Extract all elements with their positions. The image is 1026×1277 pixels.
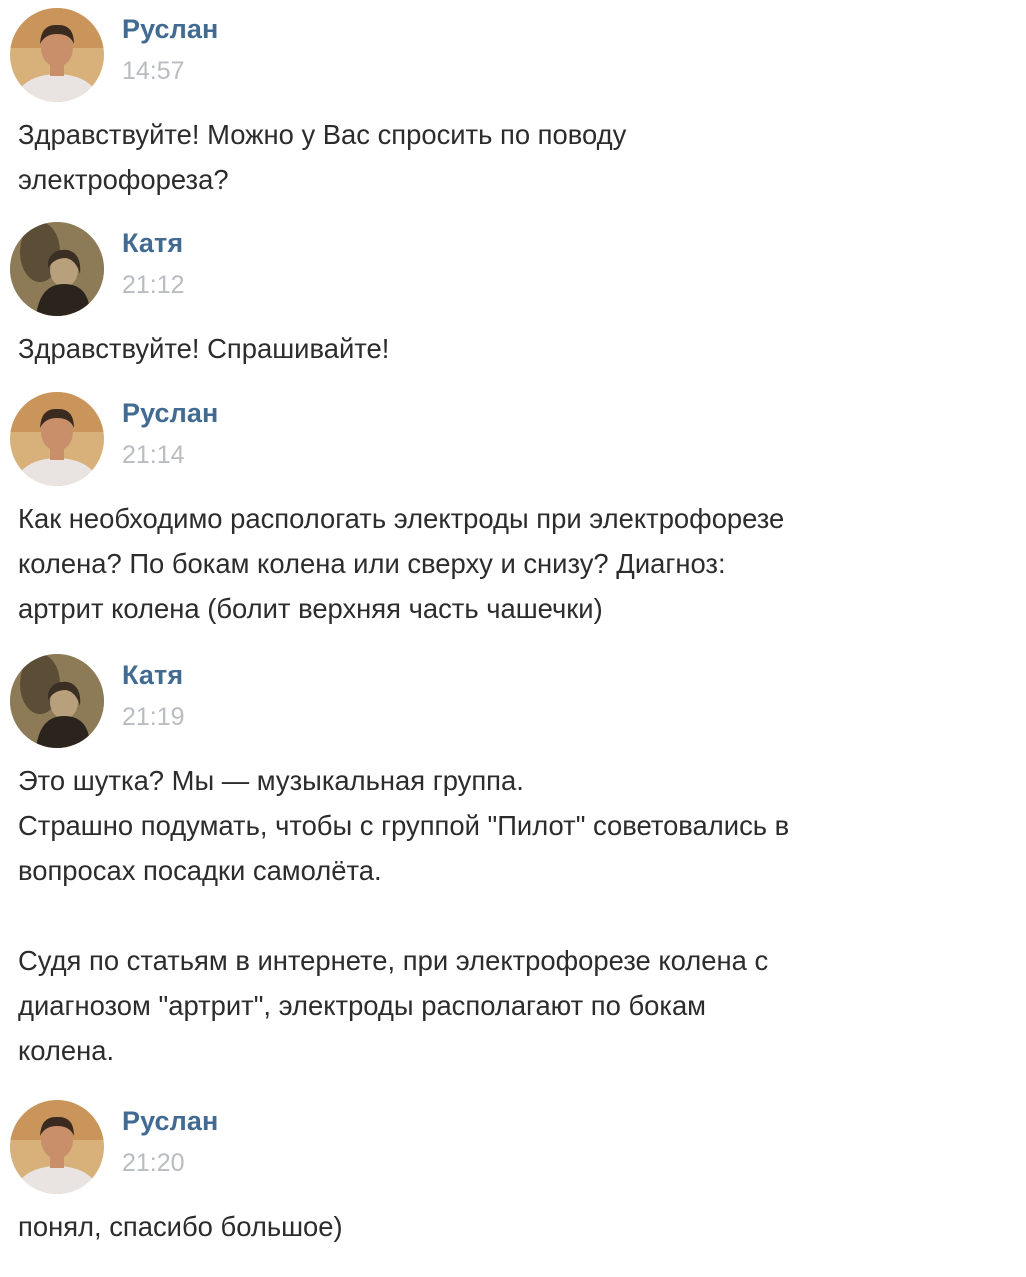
- message-line: Как необходимо распологать электроды при…: [18, 503, 785, 534]
- author-name[interactable]: Руслан: [122, 1106, 218, 1137]
- message-line: понял, спасибо большое): [18, 1211, 343, 1242]
- message-text: Как необходимо распологать электроды при…: [18, 496, 1008, 631]
- message-time: 21:12: [122, 271, 185, 299]
- message-text: Здравствуйте! Спрашивайте!: [18, 326, 1008, 371]
- message-time: 14:57: [122, 57, 185, 85]
- message-line: колена? По бокам колена или сверху и сни…: [18, 548, 726, 579]
- author-name[interactable]: Руслан: [122, 14, 218, 45]
- message-time: 21:20: [122, 1149, 185, 1177]
- message-line: [18, 893, 1008, 938]
- message-line: Здравствуйте! Спрашивайте!: [18, 333, 390, 364]
- user-avatar-ruslan-icon[interactable]: [10, 8, 104, 102]
- message-line: колена.: [18, 1035, 115, 1066]
- chat-history: Руслан 14:57 Здравствуйте! Можно у Вас с…: [0, 0, 1026, 1277]
- message-line: вопросах посадки самолёта.: [18, 855, 382, 886]
- message-line: Здравствуйте! Можно у Вас спросить по по…: [18, 119, 627, 150]
- message-line: диагнозом "артрит", электроды располагаю…: [18, 990, 707, 1021]
- message-line: Судя по статьям в интернете, при электро…: [18, 945, 769, 976]
- message-time: 21:19: [122, 703, 185, 731]
- message-time: 21:14: [122, 441, 185, 469]
- author-name[interactable]: Катя: [122, 660, 183, 691]
- message-text: Это шутка? Мы — музыкальная группа. Стра…: [18, 758, 1008, 1073]
- message-line: артрит колена (болит верхняя часть чашеч…: [18, 593, 603, 624]
- message-line: Это шутка? Мы — музыкальная группа.: [18, 765, 524, 796]
- author-name[interactable]: Руслан: [122, 398, 218, 429]
- user-avatar-ruslan-icon[interactable]: [10, 392, 104, 486]
- message-line: Страшно подумать, чтобы с группой "Пилот…: [18, 810, 790, 841]
- author-name[interactable]: Катя: [122, 228, 183, 259]
- message-text: понял, спасибо большое): [18, 1204, 1008, 1249]
- message-line: электрофореза?: [18, 164, 229, 195]
- user-avatar-ruslan-icon[interactable]: [10, 1100, 104, 1194]
- message-text: Здравствуйте! Можно у Вас спросить по по…: [18, 112, 1008, 202]
- user-avatar-katya-icon[interactable]: [10, 654, 104, 748]
- user-avatar-katya-icon[interactable]: [10, 222, 104, 316]
